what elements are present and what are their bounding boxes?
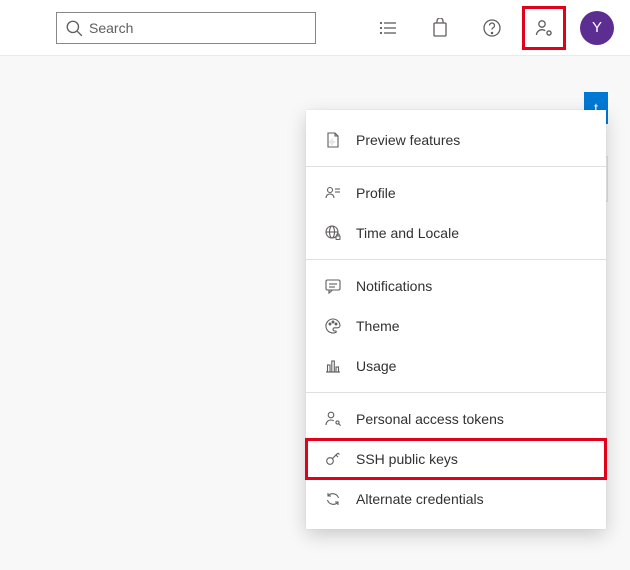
menu-item-label: Theme — [356, 318, 400, 334]
menu-item-label: Time and Locale — [356, 225, 459, 241]
menu-item-notifications[interactable]: Notifications — [306, 266, 606, 306]
menu-item-theme[interactable]: Theme — [306, 306, 606, 346]
person-key-icon — [324, 410, 342, 428]
sync-icon — [324, 490, 342, 508]
menu-item-preview-features[interactable]: Preview features — [306, 120, 606, 160]
user-settings-icon[interactable] — [522, 6, 566, 50]
menu-item-label: SSH public keys — [356, 451, 458, 467]
menu-item-label: Notifications — [356, 278, 432, 294]
profile-icon — [324, 184, 342, 202]
content-area: t Preview features Profile Time and Loca… — [0, 56, 630, 570]
menu-item-time-locale[interactable]: Time and Locale — [306, 213, 606, 253]
list-icon[interactable] — [366, 6, 410, 50]
marketplace-icon[interactable] — [418, 6, 462, 50]
palette-icon — [324, 317, 342, 335]
globe-lock-icon — [324, 224, 342, 242]
chat-icon — [324, 277, 342, 295]
sparkle-doc-icon — [324, 131, 342, 149]
menu-item-personal-tokens[interactable]: Personal access tokens — [306, 399, 606, 439]
search-icon — [65, 19, 83, 37]
menu-item-ssh-keys[interactable]: SSH public keys — [306, 439, 606, 479]
user-settings-menu: Preview features Profile Time and Locale… — [306, 110, 606, 529]
key-icon — [324, 450, 342, 468]
menu-item-label: Profile — [356, 185, 396, 201]
menu-separator — [306, 392, 606, 393]
menu-item-label: Preview features — [356, 132, 460, 148]
topbar: Y — [0, 0, 630, 56]
menu-item-label: Alternate credentials — [356, 491, 484, 507]
help-icon[interactable] — [470, 6, 514, 50]
menu-item-usage[interactable]: Usage — [306, 346, 606, 386]
bar-chart-icon — [324, 357, 342, 375]
search-box[interactable] — [56, 12, 316, 44]
menu-separator — [306, 166, 606, 167]
menu-separator — [306, 259, 606, 260]
search-input[interactable] — [89, 20, 307, 36]
menu-item-label: Usage — [356, 358, 396, 374]
menu-item-profile[interactable]: Profile — [306, 173, 606, 213]
menu-item-alternate-credentials[interactable]: Alternate credentials — [306, 479, 606, 519]
menu-item-label: Personal access tokens — [356, 411, 504, 427]
avatar[interactable]: Y — [580, 11, 614, 45]
